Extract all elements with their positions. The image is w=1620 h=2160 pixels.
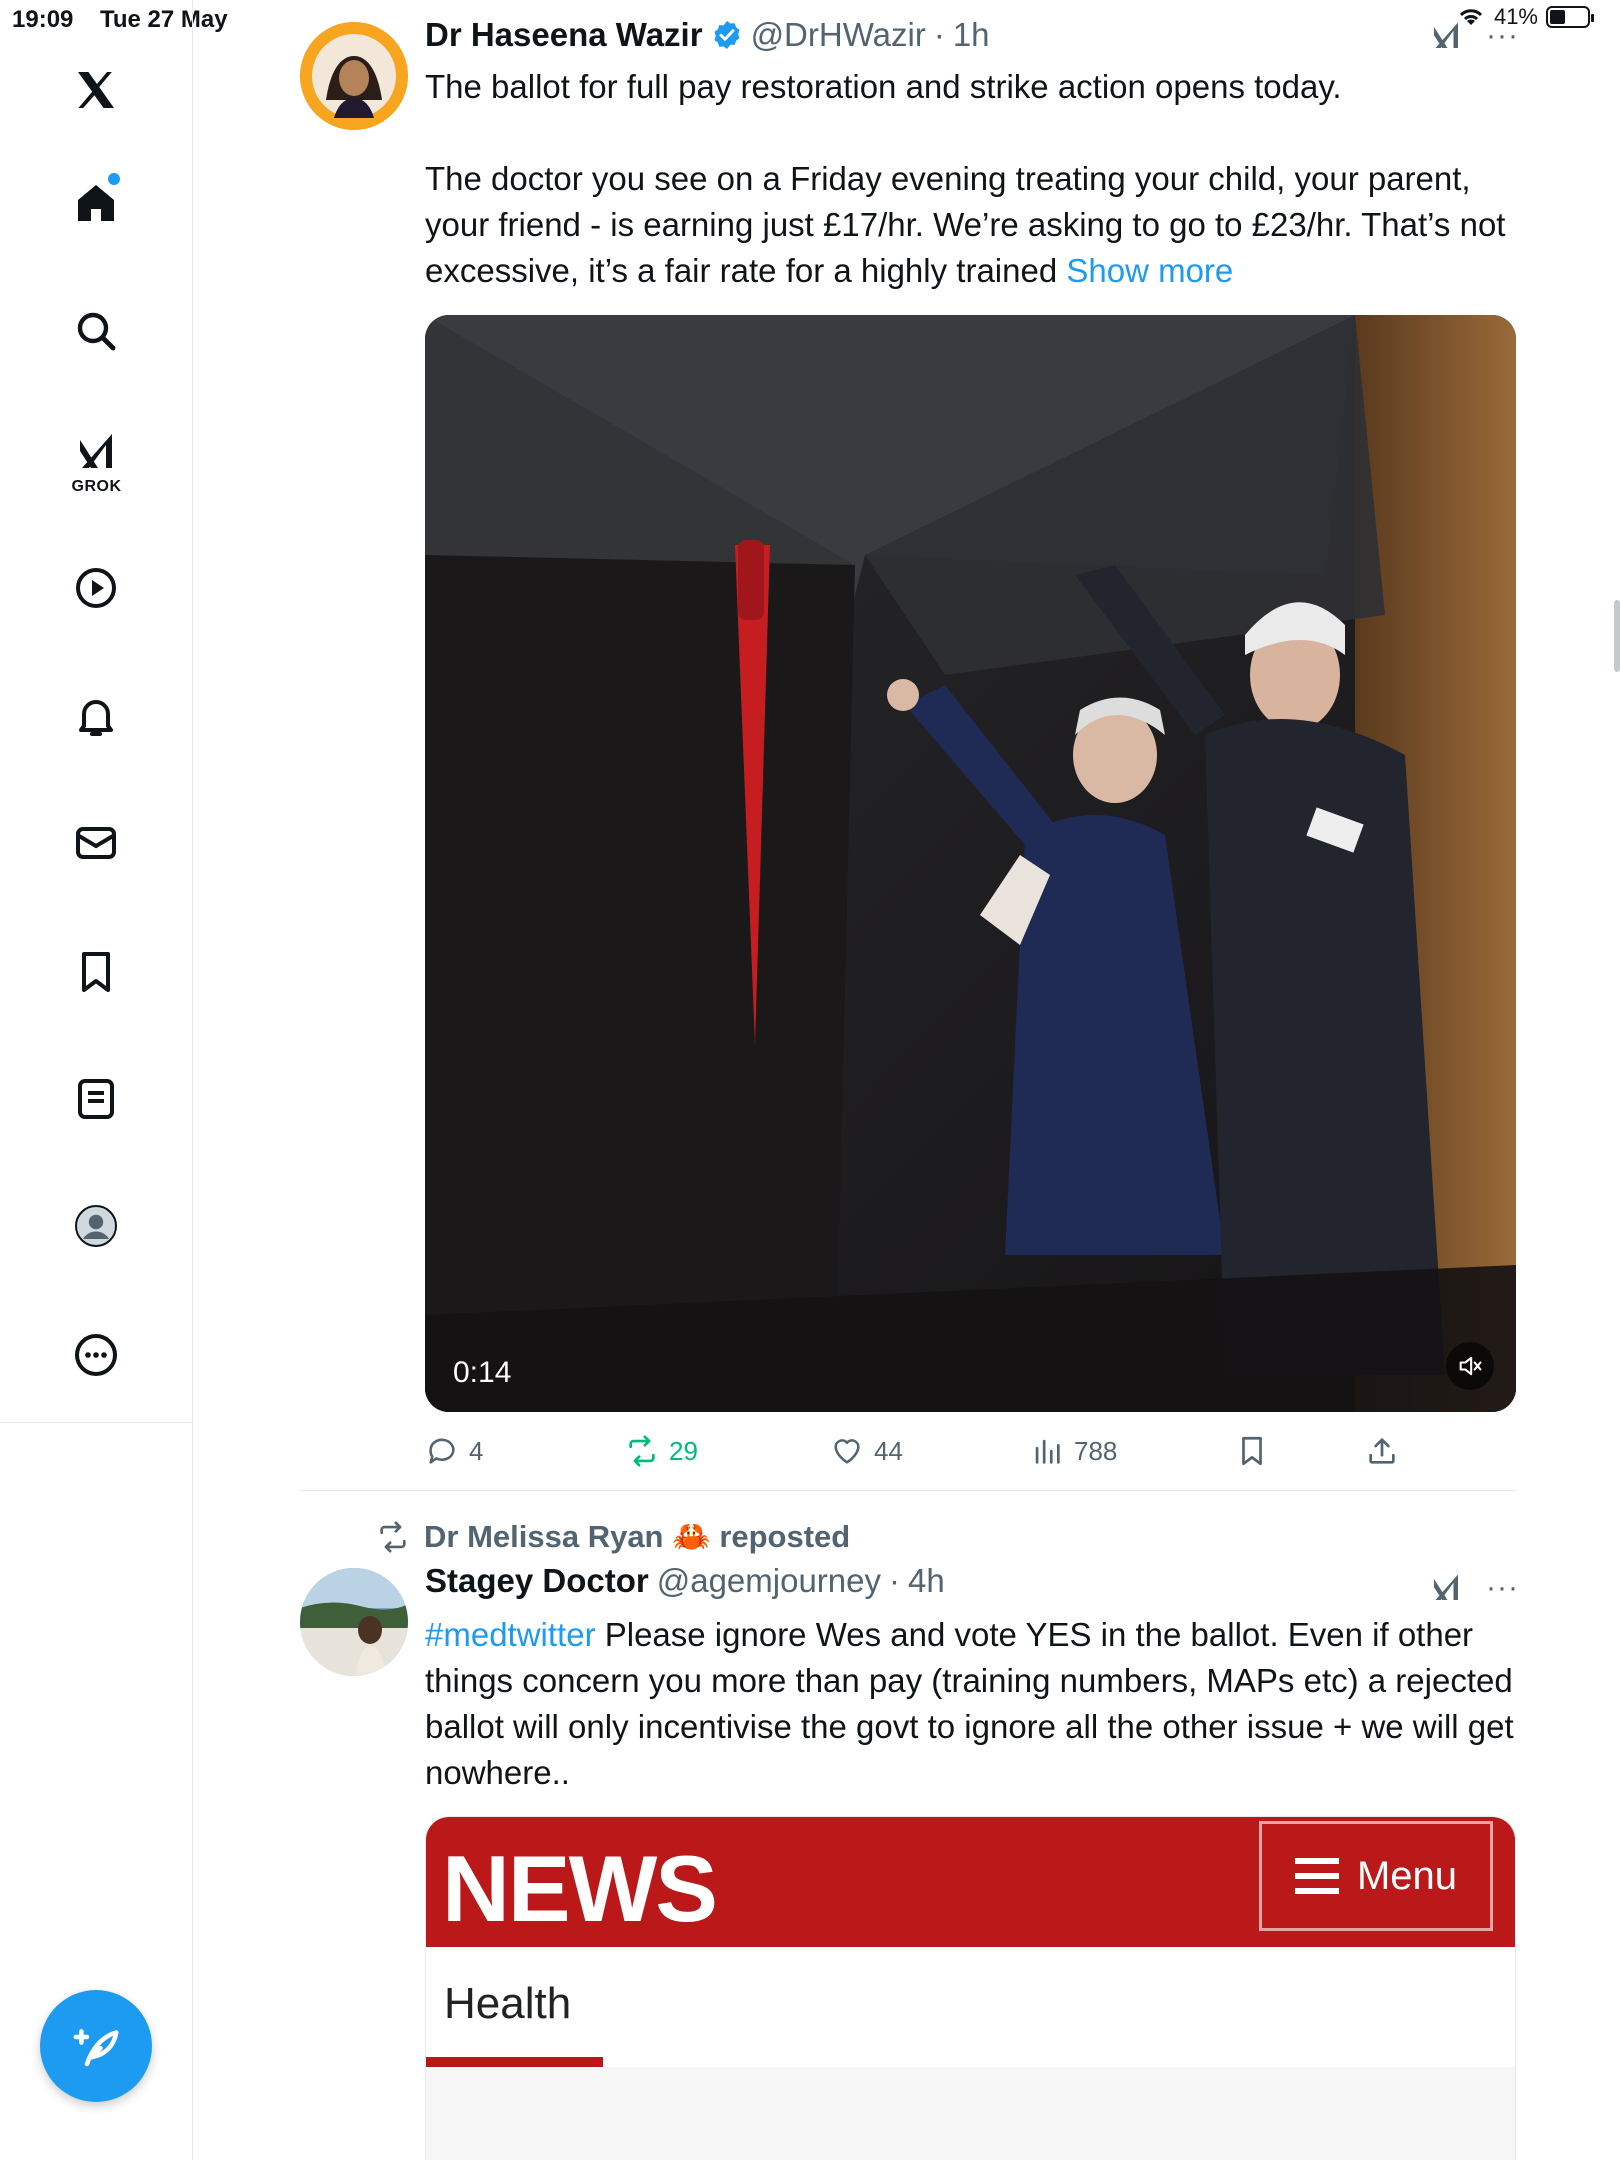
battery-fill	[1550, 10, 1565, 24]
grok-label: GROK	[71, 478, 122, 495]
tweet-1-handle[interactable]: @DrHWazir	[751, 16, 926, 54]
lists-icon[interactable]	[56, 1059, 136, 1139]
share-upload-icon	[1369, 1438, 1395, 1464]
repost-count: 29	[669, 1435, 698, 1466]
tweet-1-paragraph-2: The doctor you see on a Friday evening t…	[425, 156, 1525, 294]
video-frame-image	[425, 315, 1516, 1412]
news-header-bar: NEWS Menu	[426, 1817, 1515, 1947]
news-menu-button: Menu	[1259, 1821, 1493, 1931]
tweet-1-top-actions: ···	[1428, 18, 1519, 54]
bookmark-button[interactable]	[1235, 1434, 1269, 1468]
repost-icon	[629, 1435, 655, 1467]
scrollbar-thumb[interactable]	[1614, 600, 1620, 672]
tweet-1-actions: 4 29 44 788	[425, 1428, 1516, 1478]
tweet-1-more-icon[interactable]: ···	[1486, 19, 1519, 53]
news-section-label: Health	[444, 1979, 572, 2028]
news-section-underline	[426, 2057, 603, 2067]
tweet-1-separator: ·	[933, 16, 945, 53]
like-heart-icon	[834, 1439, 860, 1464]
hamburger-icon	[1294, 1858, 1339, 1894]
tweet-1-header: Dr Haseena Wazir @DrHWazir · 1h	[425, 16, 990, 54]
tweet-2-author-name[interactable]: Stagey Doctor	[425, 1562, 649, 1600]
grok-explain-icon[interactable]	[1428, 18, 1464, 54]
reply-count: 4	[469, 1435, 484, 1466]
views-count: 788	[1074, 1435, 1118, 1466]
news-menu-label: Menu	[1356, 1853, 1458, 1898]
tweet-2-handle[interactable]: @agemjourney	[657, 1562, 881, 1600]
reply-button[interactable]: 4	[425, 1434, 483, 1468]
messages-mail-icon[interactable]	[56, 803, 136, 883]
search-icon[interactable]	[56, 291, 136, 371]
news-content-area	[426, 2067, 1515, 2160]
verified-badge-icon	[714, 21, 740, 49]
reposted-by-line[interactable]: Dr Melissa Ryan 🦀 reposted	[376, 1518, 850, 1555]
reply-icon	[429, 1438, 455, 1464]
tweet-1-video[interactable]: 0:14	[425, 315, 1516, 1412]
embedded-news-image[interactable]: NEWS Menu Health	[425, 1816, 1516, 2160]
news-logo: NEWS	[442, 1836, 718, 1941]
tweet-2-author-avatar[interactable]	[300, 1568, 408, 1676]
sidebar-divider	[192, 1423, 193, 2160]
more-options-icon[interactable]	[56, 1315, 136, 1395]
like-count: 44	[874, 1435, 903, 1466]
tweet-2-separator: ·	[889, 1562, 900, 1599]
sidebar-nav: GROK	[0, 0, 193, 1423]
tweet-2-top-actions: ···	[1428, 1570, 1519, 1606]
tweet-divider	[300, 1490, 1516, 1491]
share-button[interactable]	[1365, 1434, 1399, 1468]
repost-indicator-icon	[380, 1520, 406, 1553]
mute-button[interactable]	[1446, 1342, 1494, 1390]
bookmark-icon	[1242, 1436, 1262, 1466]
hashtag-link[interactable]: #medtwitter	[425, 1616, 596, 1653]
show-more-link[interactable]: Show more	[1066, 252, 1233, 289]
tweet-2-header: Stagey Doctor @agemjourney · 4h	[425, 1562, 945, 1600]
tweet-1-author-name[interactable]: Dr Haseena Wazir	[425, 16, 703, 54]
tweet-2-time[interactable]: 4h	[908, 1562, 945, 1600]
bookmarks-icon[interactable]	[56, 932, 136, 1012]
tweet-1-para-2-text: The doctor you see on a Friday evening t…	[425, 160, 1506, 289]
home-icon[interactable]	[56, 163, 136, 243]
author-avatar[interactable]	[300, 22, 408, 130]
tweet-1-time[interactable]: 1h	[953, 16, 990, 54]
video-play-icon[interactable]	[56, 548, 136, 628]
tweet-1-text: The ballot for full pay restoration and …	[425, 64, 1525, 294]
repost-button[interactable]: 29	[625, 1434, 698, 1468]
speaker-muted-icon	[1459, 1356, 1482, 1376]
notifications-bell-icon[interactable]	[56, 676, 136, 756]
like-button[interactable]: 44	[830, 1434, 903, 1468]
grok-explain-icon[interactable]	[1428, 1570, 1464, 1606]
views-chart-icon	[1035, 1439, 1060, 1464]
home-notification-dot	[108, 173, 120, 185]
news-section-tab: Health	[426, 1947, 1515, 2067]
profile-avatar-icon[interactable]	[56, 1186, 136, 1266]
x-logo-icon[interactable]	[56, 50, 136, 130]
tweet-2-text: #medtwitter Please ignore Wes and vote Y…	[425, 1612, 1525, 1796]
battery-icon	[1546, 6, 1594, 28]
compose-button[interactable]	[40, 1990, 152, 2102]
reposted-by-text: Dr Melissa Ryan 🦀 reposted	[424, 1519, 851, 1554]
views-button[interactable]: 788	[1030, 1434, 1117, 1468]
tweet-1-line-1: The ballot for full pay restoration and …	[425, 68, 1342, 105]
tweet-2-more-icon[interactable]: ···	[1486, 1571, 1519, 1605]
video-duration: 0:14	[453, 1356, 512, 1389]
compose-feather-icon	[73, 2029, 119, 2067]
